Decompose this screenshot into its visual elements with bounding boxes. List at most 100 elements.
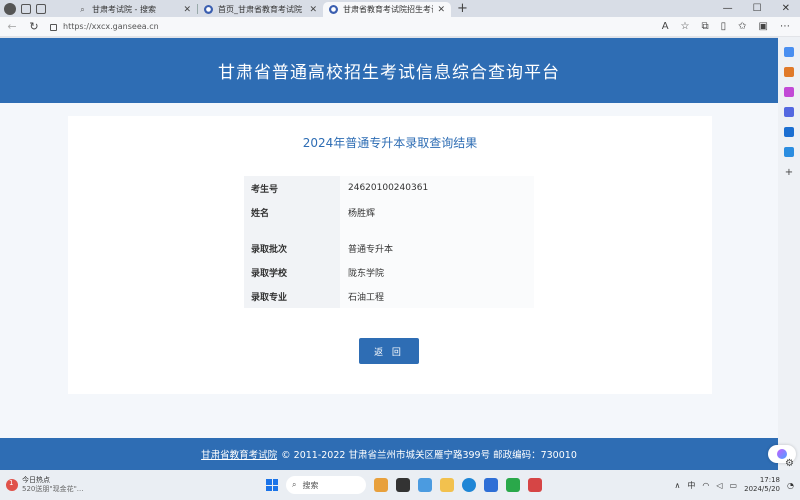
task-view-icon[interactable] xyxy=(396,478,410,492)
profile-icon[interactable] xyxy=(4,2,16,15)
edge-browser-icon[interactable] xyxy=(462,478,476,492)
media-app-icon[interactable] xyxy=(528,478,542,492)
row-key: 录取批次 xyxy=(244,236,340,260)
close-tab-icon[interactable]: ✕ xyxy=(183,5,191,15)
tab-strip-controls xyxy=(0,0,72,17)
close-window-icon[interactable]: ✕ xyxy=(782,3,790,14)
minimize-icon[interactable]: — xyxy=(723,3,733,14)
wifi-icon[interactable]: ◠ xyxy=(702,481,709,490)
browser-sidebar: + xyxy=(778,37,800,470)
row-key: 考生号 xyxy=(244,176,340,200)
site-footer: 甘肃省教育考试院 © 2011-2022 甘肃省兰州市城关区雁宁路399号 邮政… xyxy=(0,438,778,470)
tab-label: 首页_甘肃省教育考试院 xyxy=(218,5,302,14)
footer-text: © 2011-2022 甘肃省兰州市城关区雁宁路399号 邮政编码：730010 xyxy=(281,450,577,461)
news-text: 今日热点 520送朋"现金花"... xyxy=(22,476,83,494)
photos-app-icon[interactable] xyxy=(418,478,432,492)
taskbar-search[interactable]: ⌕ 搜索 xyxy=(286,476,366,494)
volume-icon[interactable]: ◁ xyxy=(716,481,722,490)
collections-icon[interactable]: ▣ xyxy=(759,21,768,32)
browser-tab-strip: ⌕ 甘肃考试院 - 搜索 ✕ ● 首页_甘肃省教育考试院 ✕ ● 甘肃省教育考试… xyxy=(0,0,800,17)
read-aloud-icon[interactable]: A xyxy=(662,21,669,32)
url-text[interactable]: https://xxcx.ganseea.cn xyxy=(63,22,159,31)
tab-label: 甘肃考试院 - 搜索 xyxy=(92,5,156,14)
workspaces-icon[interactable] xyxy=(21,3,31,14)
notification-icon[interactable]: ◔ xyxy=(787,481,794,490)
tray-arrow-icon[interactable]: ∧ xyxy=(675,481,681,490)
search-icon: ⌕ xyxy=(292,480,297,489)
row-value: 24620100240361 xyxy=(340,176,534,200)
battery-icon[interactable]: ▭ xyxy=(730,481,738,490)
sidebar-settings-icon[interactable]: ⚙ xyxy=(785,458,794,469)
row-key: 录取专业 xyxy=(244,284,340,308)
drop-icon[interactable] xyxy=(784,147,794,157)
news-badge-icon: 1 xyxy=(6,479,18,491)
address-field[interactable]: https://xxcx.ganseea.cn xyxy=(50,19,652,35)
result-card: 2024年普通专升本录取查询结果 考生号 24620100240361 姓名 杨… xyxy=(68,116,712,394)
wechat-app-icon[interactable] xyxy=(506,478,520,492)
clock[interactable]: 17:18 2024/5/20 xyxy=(744,476,780,494)
table-row: 录取专业 石油工程 xyxy=(244,284,534,308)
toolbar-actions: A ☆ ⧉ ▯ ✩ ▣ ⋯ xyxy=(662,21,794,32)
news-title: 今日热点 xyxy=(22,476,50,484)
favorite-star-icon[interactable]: ☆ xyxy=(681,21,690,32)
close-tab-icon[interactable]: ✕ xyxy=(437,5,445,15)
address-toolbar: ← ↻ https://xxcx.ganseea.cn A ☆ ⧉ ▯ ✩ ▣ … xyxy=(0,17,800,37)
extensions-icon[interactable]: ⧉ xyxy=(702,21,709,32)
refresh-icon[interactable]: ↻ xyxy=(28,20,40,33)
page-title: 甘肃省普通高校招生考试信息综合查询平台 xyxy=(218,63,560,83)
news-badge-count: 1 xyxy=(9,479,14,487)
input-language[interactable]: 中 xyxy=(687,480,695,491)
row-value: 陇东学院 xyxy=(340,260,534,284)
news-subtitle: 520送朋"现金花"... xyxy=(22,485,84,493)
store-app-icon[interactable] xyxy=(484,478,498,492)
row-value: 普通专升本 xyxy=(340,236,534,260)
tab-exam-home[interactable]: ● 首页_甘肃省教育考试院 ✕ xyxy=(198,2,323,17)
add-sidebar-icon[interactable]: + xyxy=(785,167,793,178)
favorites-icon[interactable]: ✩ xyxy=(738,21,746,32)
maximize-icon[interactable]: ☐ xyxy=(753,3,762,14)
web-page: 甘肃省普通高校招生考试信息综合查询平台 2024年普通专升本录取查询结果 考生号… xyxy=(0,38,778,470)
tab-exam-query[interactable]: ● 甘肃省教育考试院招生考试信息 ✕ xyxy=(323,2,451,17)
clock-time: 17:18 xyxy=(759,476,781,484)
table-row: 姓名 杨胜辉 xyxy=(244,200,534,224)
tools-icon[interactable] xyxy=(784,87,794,97)
new-tab-button[interactable]: + xyxy=(457,1,468,16)
footer-link[interactable]: 甘肃省教育考试院 xyxy=(201,447,277,461)
close-tab-icon[interactable]: ✕ xyxy=(309,5,317,15)
row-key: 姓名 xyxy=(244,200,340,224)
search-placeholder: 搜索 xyxy=(302,480,319,490)
window-controls: — ☐ ✕ xyxy=(723,0,800,17)
row-key: 录取学校 xyxy=(244,260,340,284)
system-tray: ∧ 中 ◠ ◁ ▭ 17:18 2024/5/20 ◔ xyxy=(675,476,794,494)
row-spacer-value xyxy=(340,224,534,236)
tab-search[interactable]: ⌕ 甘肃考试院 - 搜索 ✕ xyxy=(72,2,197,17)
taskbar: 1 今日热点 520送朋"现金花"... ⌕ 搜索 ∧ 中 ◠ ◁ ▭ 17:1… xyxy=(0,470,800,500)
file-explorer-icon[interactable] xyxy=(440,478,454,492)
result-table: 考生号 24620100240361 姓名 杨胜辉 录取批次 普通专升本 录取学… xyxy=(244,176,534,308)
table-row: 录取批次 普通专升本 xyxy=(244,236,534,260)
search-icon: ⌕ xyxy=(80,4,85,14)
row-value: 杨胜辉 xyxy=(340,200,534,224)
widget-app-icon[interactable] xyxy=(374,478,388,492)
split-screen-icon[interactable]: ▯ xyxy=(721,21,727,32)
site-icon: ● xyxy=(329,5,338,14)
taskbar-apps: ⌕ 搜索 xyxy=(266,476,542,494)
site-header: 甘肃省普通高校招生考试信息综合查询平台 xyxy=(0,38,778,103)
row-spacer xyxy=(244,224,534,236)
windows-start-icon[interactable] xyxy=(266,479,278,491)
clock-date: 2024/5/20 xyxy=(744,485,781,493)
news-widget[interactable]: 1 今日热点 520送朋"现金花"... xyxy=(6,476,186,494)
shopping-icon[interactable] xyxy=(784,67,794,77)
outlook-icon[interactable] xyxy=(784,127,794,137)
row-value: 石油工程 xyxy=(340,284,534,308)
back-button[interactable]: 返 回 xyxy=(359,338,419,364)
more-menu-icon[interactable]: ⋯ xyxy=(780,21,790,32)
tab-actions-icon[interactable] xyxy=(36,3,46,14)
games-icon[interactable] xyxy=(784,107,794,117)
table-row: 考生号 24620100240361 xyxy=(244,176,534,200)
search-sidebar-icon[interactable] xyxy=(784,47,794,57)
table-row: 录取学校 陇东学院 xyxy=(244,260,534,284)
tab-label: 甘肃省教育考试院招生考试信息 xyxy=(343,5,433,14)
back-arrow-icon[interactable]: ← xyxy=(6,20,18,33)
result-title: 2024年普通专升本录取查询结果 xyxy=(302,136,478,150)
